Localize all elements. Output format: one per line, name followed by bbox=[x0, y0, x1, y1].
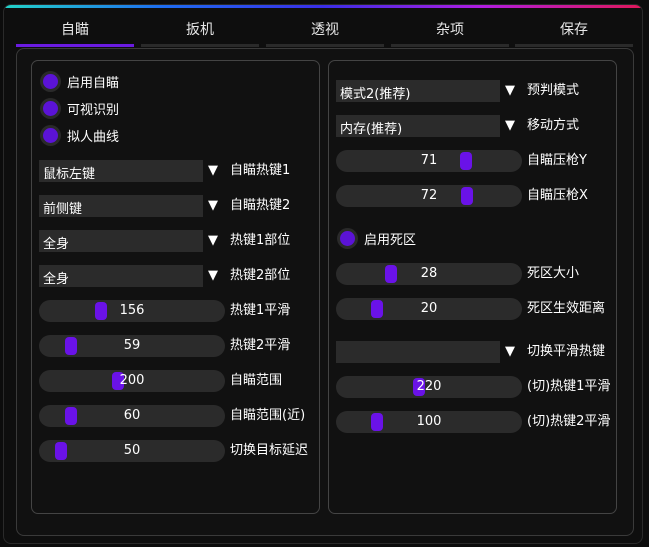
aim-fov-near-label: 自瞄范围(近) bbox=[230, 408, 306, 423]
slider-value: 72 bbox=[420, 188, 438, 203]
select-value: 全身 bbox=[43, 237, 70, 252]
tab-label: 扳机 bbox=[186, 22, 214, 38]
tab-misc[interactable]: 杂项 bbox=[391, 19, 509, 47]
aim-hotkey1-label: 自瞄热键1 bbox=[230, 163, 291, 178]
recoil-y-label: 自瞄压枪Y bbox=[527, 153, 587, 168]
tab-label: 透视 bbox=[311, 22, 339, 38]
slider-value: 60 bbox=[123, 408, 141, 423]
deadzone-size-slider[interactable]: 28 bbox=[336, 263, 522, 285]
tab-underline bbox=[266, 44, 384, 47]
slider-value: 71 bbox=[420, 153, 438, 168]
switch-hotkey2-smooth-slider[interactable]: 100 bbox=[336, 411, 522, 433]
chevron-down-icon[interactable]: ▼ bbox=[505, 341, 515, 363]
move-method-label: 移动方式 bbox=[527, 118, 580, 133]
visible-check-checkbox[interactable]: 可视识别 bbox=[40, 98, 119, 119]
aim-hotkey2-label: 自瞄热键2 bbox=[230, 198, 291, 213]
hotkey1-bone-select[interactable]: 全身 bbox=[39, 230, 203, 252]
enable-deadzone-checkbox[interactable]: 启用死区 bbox=[337, 228, 416, 249]
chevron-down-icon[interactable]: ▼ bbox=[208, 195, 218, 217]
target-switch-delay-slider[interactable]: 50 bbox=[39, 440, 225, 462]
tab-underline bbox=[141, 44, 259, 47]
chevron-down-icon[interactable]: ▼ bbox=[505, 80, 515, 102]
checkbox-label: 启用死区 bbox=[364, 233, 417, 248]
smooth-toggle-hotkey-label: 切换平滑热键 bbox=[527, 344, 606, 359]
aim-fov-near-slider[interactable]: 60 bbox=[39, 405, 225, 427]
checkbox-indicator bbox=[40, 71, 61, 92]
checkbox-label: 可视识别 bbox=[67, 103, 120, 118]
tab-underline bbox=[16, 44, 134, 47]
checkbox-indicator bbox=[40, 125, 61, 146]
tab-underline bbox=[515, 44, 633, 47]
hotkey1-smooth-label: 热键1平滑 bbox=[230, 303, 291, 318]
smooth-toggle-hotkey-select[interactable] bbox=[336, 341, 500, 363]
prediction-mode-label: 预判模式 bbox=[527, 83, 580, 98]
tab-save[interactable]: 保存 bbox=[515, 19, 633, 47]
slider-value: 50 bbox=[123, 443, 141, 458]
select-value: 鼠标左键 bbox=[43, 167, 96, 182]
slider-value: 200 bbox=[119, 373, 145, 388]
rainbow-accent-bar bbox=[4, 5, 642, 8]
slider-value: 156 bbox=[119, 303, 145, 318]
switch-hotkey2-smooth-label: (切)热键2平滑 bbox=[527, 414, 611, 429]
chevron-down-icon[interactable]: ▼ bbox=[208, 160, 218, 182]
hotkey2-smooth-slider[interactable]: 59 bbox=[39, 335, 225, 357]
slider-value: 59 bbox=[123, 338, 141, 353]
switch-hotkey1-smooth-label: (切)热键1平滑 bbox=[527, 379, 611, 394]
tab-underline bbox=[391, 44, 509, 47]
checkbox-label: 启用自瞄 bbox=[67, 76, 120, 91]
chevron-down-icon[interactable]: ▼ bbox=[505, 115, 515, 137]
prediction-mode-select[interactable]: 模式2(推荐) bbox=[336, 80, 500, 102]
slider-value: 28 bbox=[420, 266, 438, 281]
select-value: 模式2(推荐) bbox=[340, 87, 411, 102]
chevron-down-icon[interactable]: ▼ bbox=[208, 265, 218, 287]
select-value: 全身 bbox=[43, 272, 70, 287]
tab-esp[interactable]: 透视 bbox=[266, 19, 384, 47]
humanized-curve-checkbox[interactable]: 拟人曲线 bbox=[40, 125, 119, 146]
hotkey2-bone-label: 热键2部位 bbox=[230, 268, 291, 283]
select-value: 内存(推荐) bbox=[340, 122, 403, 137]
tab-trigger[interactable]: 扳机 bbox=[141, 19, 259, 47]
checkbox-indicator bbox=[40, 98, 61, 119]
deadzone-size-label: 死区大小 bbox=[527, 266, 580, 281]
slider-value: 20 bbox=[420, 301, 438, 316]
hotkey2-smooth-label: 热键2平滑 bbox=[230, 338, 291, 353]
recoil-x-label: 自瞄压枪X bbox=[527, 188, 588, 203]
hotkey2-bone-select[interactable]: 全身 bbox=[39, 265, 203, 287]
move-method-select[interactable]: 内存(推荐) bbox=[336, 115, 500, 137]
chevron-down-icon[interactable]: ▼ bbox=[208, 230, 218, 252]
aim-fov-label: 自瞄范围 bbox=[230, 373, 283, 388]
tab-label: 保存 bbox=[560, 22, 588, 38]
deadzone-distance-slider[interactable]: 20 bbox=[336, 298, 522, 320]
aim-hotkey1-select[interactable]: 鼠标左键 bbox=[39, 160, 203, 182]
deadzone-distance-label: 死区生效距离 bbox=[527, 301, 606, 316]
recoil-y-slider[interactable]: 71 bbox=[336, 150, 522, 172]
tab-aimbot[interactable]: 自瞄 bbox=[16, 19, 134, 47]
hotkey1-bone-label: 热键1部位 bbox=[230, 233, 291, 248]
select-value: 前侧键 bbox=[43, 202, 83, 217]
target-switch-delay-label: 切换目标延迟 bbox=[230, 443, 309, 458]
checkbox-indicator bbox=[337, 228, 358, 249]
slider-value: 220 bbox=[416, 379, 442, 394]
slider-value: 100 bbox=[416, 414, 442, 429]
tab-label: 自瞄 bbox=[61, 22, 89, 38]
recoil-x-slider[interactable]: 72 bbox=[336, 185, 522, 207]
aim-hotkey2-select[interactable]: 前侧键 bbox=[39, 195, 203, 217]
switch-hotkey1-smooth-slider[interactable]: 220 bbox=[336, 376, 522, 398]
checkbox-label: 拟人曲线 bbox=[67, 130, 120, 145]
enable-aimbot-checkbox[interactable]: 启用自瞄 bbox=[40, 71, 119, 92]
tab-label: 杂项 bbox=[436, 22, 464, 38]
hotkey1-smooth-slider[interactable]: 156 bbox=[39, 300, 225, 322]
aim-fov-slider[interactable]: 200 bbox=[39, 370, 225, 392]
